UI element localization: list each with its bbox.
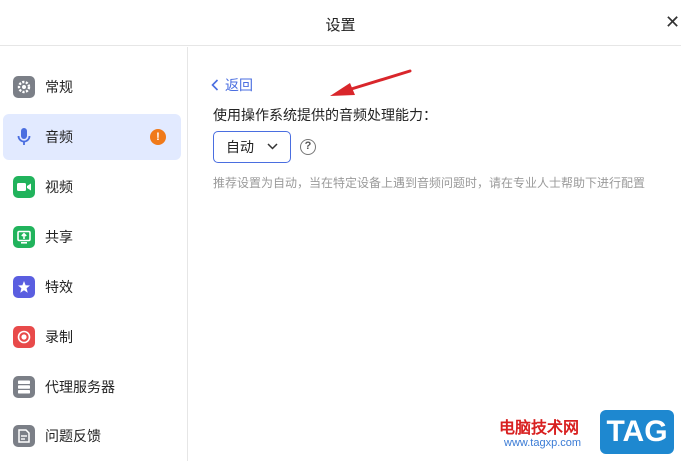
window-title: 设置 bbox=[325, 17, 356, 34]
feedback-icon bbox=[13, 425, 35, 447]
chevron-left-icon bbox=[211, 79, 219, 91]
back-label: 返回 bbox=[225, 77, 253, 93]
chevron-down-icon bbox=[267, 143, 278, 150]
server-icon bbox=[13, 376, 35, 398]
watermark-url: www.tagxp.com bbox=[504, 437, 582, 449]
back-link[interactable]: 返回 bbox=[211, 75, 253, 95]
sidebar-item-general[interactable]: 常规 bbox=[3, 64, 181, 110]
sidebar-item-proxy-server[interactable]: 代理服务器 bbox=[3, 364, 181, 410]
audio-processing-select[interactable]: 自动 bbox=[213, 131, 291, 163]
sidebar-item-recording[interactable]: 录制 bbox=[3, 314, 181, 360]
sidebar-item-label: 代理服务器 bbox=[45, 379, 115, 395]
warning-badge: ! bbox=[150, 129, 166, 145]
help-icon[interactable]: ? bbox=[300, 139, 316, 155]
screen-share-icon bbox=[13, 226, 35, 248]
sidebar-item-label: 共享 bbox=[45, 229, 73, 245]
sidebar-item-label: 音频 bbox=[45, 129, 73, 145]
sidebar-item-video[interactable]: 视频 bbox=[3, 164, 181, 210]
sidebar-item-label: 视频 bbox=[45, 179, 73, 195]
sidebar-item-audio[interactable]: 音频 ! bbox=[3, 114, 181, 160]
audio-settings-panel: 返回 使用操作系统提供的音频处理能力： 自动 ? 推荐设置为自动，当在特定设备上… bbox=[189, 47, 681, 461]
record-icon bbox=[13, 326, 35, 348]
effects-icon bbox=[13, 276, 35, 298]
select-value: 自动 bbox=[226, 139, 254, 155]
settings-sidebar: 常规 音频 ! 视频 共享 特效 录制 代理服务器 问题反馈 bbox=[0, 47, 188, 461]
video-camera-icon bbox=[13, 176, 35, 198]
title-bar: 设置 ✕ bbox=[0, 0, 681, 46]
gear-icon bbox=[13, 76, 35, 98]
sidebar-item-effects[interactable]: 特效 bbox=[3, 264, 181, 310]
sidebar-item-share[interactable]: 共享 bbox=[3, 214, 181, 260]
watermark-logo: TAG bbox=[600, 410, 674, 454]
sidebar-item-label: 常规 bbox=[45, 79, 73, 95]
hint-text: 推荐设置为自动，当在特定设备上遇到音频问题时，请在专业人士帮助下进行配置 bbox=[213, 176, 646, 190]
microphone-icon bbox=[13, 126, 35, 148]
os-audio-processing-label: 使用操作系统提供的音频处理能力： bbox=[213, 107, 437, 123]
sidebar-item-label: 录制 bbox=[45, 329, 73, 345]
sidebar-item-feedback[interactable]: 问题反馈 bbox=[3, 413, 181, 459]
sidebar-item-label: 特效 bbox=[45, 279, 73, 295]
sidebar-item-label: 问题反馈 bbox=[45, 428, 101, 444]
watermark-text: 电脑技术网 bbox=[499, 420, 580, 437]
close-icon[interactable]: ✕ bbox=[665, 12, 680, 32]
